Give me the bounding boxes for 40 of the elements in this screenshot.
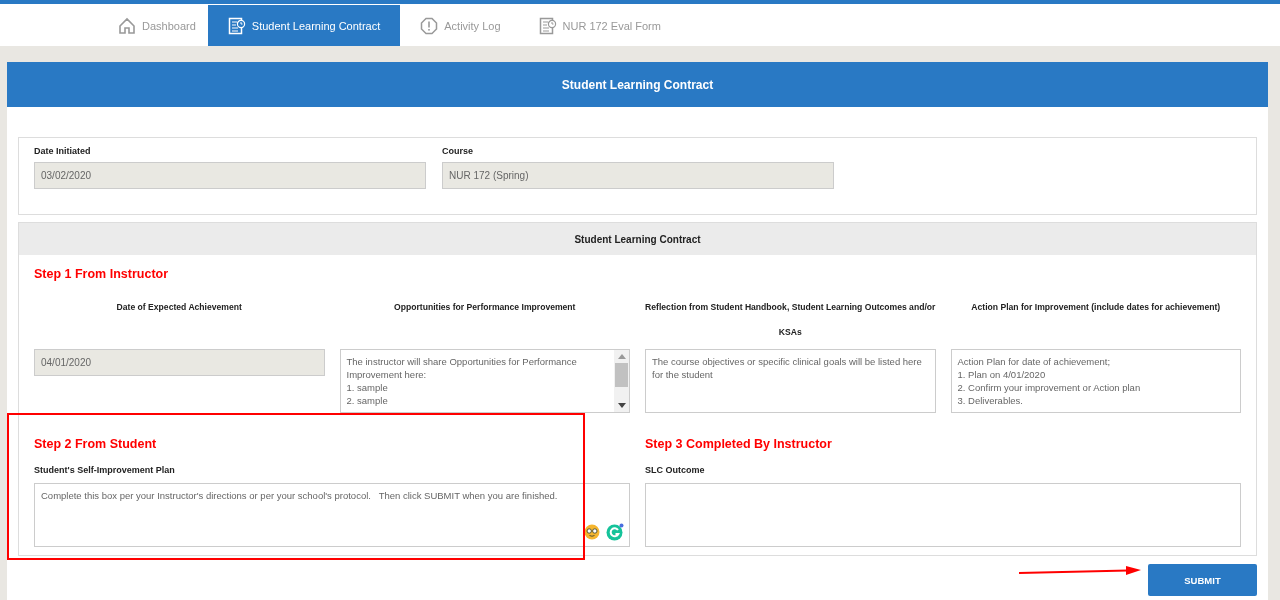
- page-title: Student Learning Contract: [561, 77, 714, 92]
- input-field[interactable]: NUR 172 (Spring): [442, 162, 834, 189]
- submit-button[interactable]: SUBMIT: [1148, 564, 1257, 596]
- input-field[interactable]: 04/01/2020: [34, 349, 325, 376]
- document-clock-icon: [227, 16, 246, 35]
- nerd-face-icon: [584, 524, 600, 540]
- text-area[interactable]: The course objectives or specific clinical goals will be listed here for the student: [645, 349, 936, 413]
- text-line: 1. sample: [346, 381, 389, 394]
- input-field[interactable]: 03/02/2020: [34, 162, 426, 189]
- scrollbar[interactable]: [614, 350, 629, 412]
- text-line: 3. Deliverables.: [957, 394, 1024, 407]
- text-line: 1. Plan on 4/01/2020: [957, 368, 1047, 381]
- text-area[interactable]: The instructor will share Opportunities for Performance Improvement here: 1. sample 2. sample: [339, 349, 630, 413]
- field-label: SLC Outcome: [645, 465, 706, 475]
- text-area[interactable]: Complete this box per your Instructor's directions or per your school's protocol. Then click SUBMIT when you are finished.: [34, 483, 630, 547]
- document-clock-icon: [538, 16, 557, 35]
- column-label: Reflection from Student Handbook, Student Learning Outcomes and/or KSAs: [645, 301, 936, 339]
- step-heading: Step 2 From Student: [34, 437, 158, 451]
- section-title: Student Learning Contract: [574, 233, 701, 245]
- text-area[interactable]: Action Plan for date of achievement; 1. Plan on 4/01/2020 2. Confirm your improvement or Action plan 3. Deliverables.: [950, 349, 1241, 413]
- text-area[interactable]: [645, 483, 1241, 547]
- text-line: Action Plan for date of achievement;: [957, 355, 1112, 368]
- text-line: The instructor will share Opportunities for Performance Improvement here:: [346, 355, 578, 381]
- column-label: Opportunities for Performance Improvement: [393, 301, 577, 314]
- text-line: 2. Confirm your improvement or Action plan: [957, 381, 1142, 394]
- writing-assistant-icon: [606, 523, 624, 541]
- text-line: The course objectives or specific clinical goals will be listed here for the student: [652, 355, 923, 381]
- nav-tab[interactable]: Student Learning Contract: [207, 5, 401, 46]
- text-line: 2. sample: [346, 394, 389, 407]
- column-label: Date of Expected Achievement: [115, 301, 243, 314]
- scroll-up-icon: [617, 353, 626, 359]
- home-icon: [118, 16, 136, 35]
- field-label: Date Initiated: [34, 146, 92, 156]
- scroll-down-icon: [617, 403, 626, 409]
- column-label: Action Plan for Improvement (include dates for achievement): [970, 301, 1222, 314]
- step-heading: Step 3 Completed By Instructor: [645, 437, 833, 451]
- field-label: Student's Self-Improvement Plan: [34, 465, 176, 475]
- step-heading: Step 1 From Instructor: [34, 267, 170, 281]
- field-label: Course: [442, 146, 474, 156]
- alert-icon: [420, 16, 439, 35]
